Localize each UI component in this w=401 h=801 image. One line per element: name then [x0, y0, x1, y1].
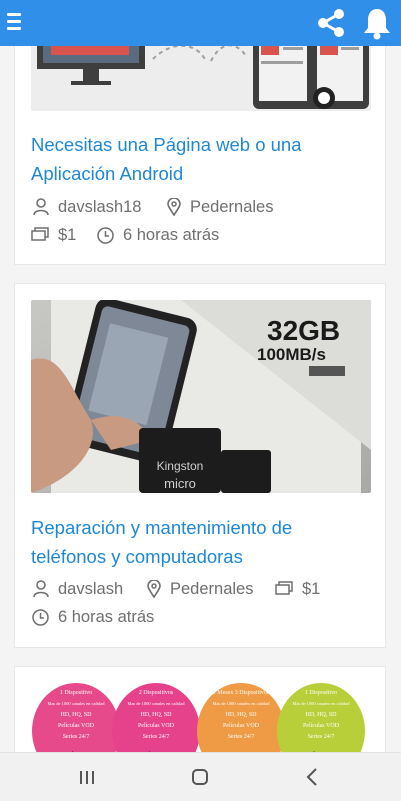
listing-location: Pedernales: [167, 197, 273, 217]
listing-price: $1: [275, 579, 320, 599]
money-icon: [31, 227, 49, 241]
listing-image[interactable]: 1 Dispositivo Mas de 1000 canales en cali…: [31, 683, 371, 763]
clock-icon: [97, 226, 114, 244]
listing-title[interactable]: Reparación y mantenimiento de teléfonos …: [31, 513, 361, 571]
listing-user: davslash: [33, 579, 123, 599]
plan-text: Películas VOD: [138, 723, 175, 729]
system-navigation-bar: [0, 752, 401, 801]
listing-time-label: 6 horas atrás: [58, 608, 155, 626]
listing-time-label: 6 horas atrás: [123, 226, 220, 244]
listing-user: davslash18: [33, 197, 141, 217]
sd-speed-text: 100MB/s: [257, 345, 326, 364]
listing-username: davslash: [58, 580, 124, 598]
listing-card[interactable]: Necesitas una Página web o una Aplicació…: [14, 30, 386, 265]
listing-price-label: $1: [58, 226, 77, 244]
plan-text: Series 24/7: [143, 734, 170, 740]
plan-text: 1 Dispositivo: [60, 690, 92, 696]
sd-capacity-text: 32GB: [267, 315, 340, 346]
listing-location: Pedernales: [147, 579, 253, 599]
home-icon[interactable]: [180, 763, 220, 791]
back-icon[interactable]: [292, 763, 332, 791]
app-header: [0, 0, 401, 46]
listing-image[interactable]: Kingston micro 32GB 100MB/s: [31, 300, 371, 493]
user-icon: [33, 580, 49, 598]
listing-card[interactable]: Kingston micro 32GB 100MB/s Reparación y…: [14, 283, 386, 648]
plan-text: Películas VOD: [58, 723, 95, 729]
bell-icon[interactable]: [362, 6, 392, 40]
location-pin-icon: [147, 580, 161, 598]
plan-text: HD, HQ, SD: [140, 712, 172, 718]
plan-text: HD, HQ, SD: [305, 712, 337, 718]
plan-text: 1 Mesex 3 Dispositivos: [213, 690, 270, 696]
plan-text: HD, HQ, SD: [60, 712, 92, 718]
plan-text: 2 Dispositivos: [139, 690, 174, 696]
listing-price: $1: [31, 225, 76, 245]
location-pin-icon: [167, 198, 181, 216]
listing-title[interactable]: Necesitas una Página web o una Aplicació…: [31, 130, 361, 188]
listing-location-label: Pedernales: [190, 198, 274, 216]
plan-text: Series 24/7: [228, 734, 255, 740]
plan-text: Mas de 1000 canales en calidad: [292, 701, 350, 706]
plan-text: Series 24/7: [308, 734, 335, 740]
plan-text: 1 Dispositivo: [305, 690, 337, 696]
plan-text: Películas VOD: [303, 723, 340, 729]
listing-time: 6 horas atrás: [97, 225, 219, 245]
listing-username: davslash18: [58, 198, 142, 216]
user-icon: [33, 198, 49, 216]
money-icon: [275, 581, 293, 595]
listing-time: 6 horas atrás: [32, 607, 154, 627]
plan-text: HD, HQ, SD: [225, 712, 257, 718]
plan-text: Mas de 1000 canales en calidad: [127, 701, 185, 706]
listing-price-label: $1: [302, 580, 321, 598]
plan-text: Mas de 1000 canales en calidad: [212, 701, 270, 706]
share-icon[interactable]: [313, 5, 349, 41]
plan-text: Mas de 1000 canales en calidad: [47, 701, 105, 706]
plan-text: Películas VOD: [223, 723, 260, 729]
clock-icon: [32, 608, 49, 626]
listing-location-label: Pedernales: [170, 580, 254, 598]
sd-card-label-text: micro: [164, 476, 196, 491]
sd-brand-text: Kingston: [157, 459, 204, 473]
plan-text: Series 24/7: [63, 734, 90, 740]
recents-icon[interactable]: [67, 763, 107, 791]
hamburger-menu-icon[interactable]: [7, 13, 21, 31]
